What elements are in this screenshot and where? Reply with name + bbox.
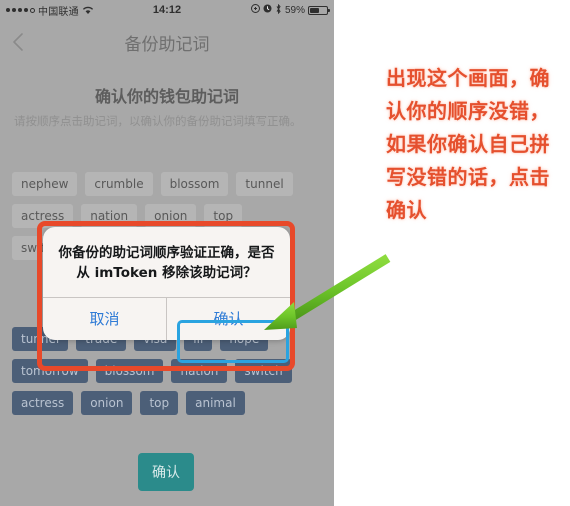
word-chip[interactable]: nephew <box>12 172 78 196</box>
content-heading: 确认你的钱包助记词 <box>94 87 239 106</box>
alert-dialog: 你备份的助记词顺序验证正确，是否从 imToken 移除该助记词？ 取消 确认 <box>43 227 290 340</box>
selected-word-chip[interactable]: switch <box>235 359 292 383</box>
selected-word-chip[interactable]: nation <box>171 359 228 383</box>
word-chip[interactable]: actress <box>12 204 74 228</box>
selected-word-chip[interactable]: onion <box>81 391 133 415</box>
status-bar-right: 59% <box>250 3 330 17</box>
selected-word-chip[interactable]: top <box>140 391 179 415</box>
battery-percent-label: 59% <box>284 4 305 16</box>
selected-words-row: tomorrow blossom nation switch <box>12 359 322 383</box>
word-chip[interactable]: blossom <box>160 172 229 196</box>
word-chip[interactable]: tunnel <box>236 172 293 196</box>
selected-word-chip[interactable]: actress <box>12 391 74 415</box>
word-chip[interactable]: onion <box>145 204 197 228</box>
alarm-icon <box>263 4 272 16</box>
phone-screenshot-panel: 中国联通 14:12 59% 备份助记词 确认你的钱包助记词 请按顺序点击助记词… <box>0 0 334 506</box>
status-bar: 中国联通 14:12 59% <box>0 0 334 20</box>
confirm-button[interactable]: 确认 <box>138 453 194 491</box>
selected-word-chip[interactable]: blossom <box>95 359 164 383</box>
annotation-text: 出现这个画面，确认你的顺序没错，如果你确认自己拼写没错的话，点击确认 <box>386 66 550 222</box>
selected-words: tunnel trade visa ill hope tomorrow blos… <box>12 327 322 423</box>
screenshot-root: 中国联通 14:12 59% 备份助记词 确认你的钱包助记词 请按顺序点击助记词… <box>0 0 570 506</box>
selected-word-chip[interactable]: tomorrow <box>12 359 88 383</box>
nav-bar: 备份助记词 <box>0 20 334 64</box>
alert-actions: 取消 确认 <box>43 298 290 340</box>
alert-cancel-button[interactable]: 取消 <box>43 298 166 340</box>
word-chip[interactable]: nation <box>81 204 138 228</box>
word-bank-row: nephew crumble blossom tunnel <box>12 172 322 196</box>
word-chip[interactable]: crumble <box>85 172 153 196</box>
selected-words-row: actress onion top animal <box>12 391 322 415</box>
word-bank-row: actress nation onion top <box>12 204 322 228</box>
annotation-panel: 出现这个画面，确认你的顺序没错，如果你确认自己拼写没错的话，点击确认 <box>334 0 570 506</box>
battery-icon <box>308 5 330 15</box>
bluetooth-icon <box>275 3 282 17</box>
content-subheading: 请按顺序点击助记词，以确认你的备份助记词填写正确。 <box>14 114 302 128</box>
alert-message: 你备份的助记词顺序验证正确，是否从 imToken 移除该助记词？ <box>58 245 275 281</box>
selected-word-chip[interactable]: animal <box>186 391 245 415</box>
word-chip[interactable]: top <box>204 204 243 228</box>
rotation-lock-icon <box>250 4 260 16</box>
alert-confirm-button[interactable]: 确认 <box>167 298 290 340</box>
page-title: 备份助记词 <box>124 35 210 55</box>
